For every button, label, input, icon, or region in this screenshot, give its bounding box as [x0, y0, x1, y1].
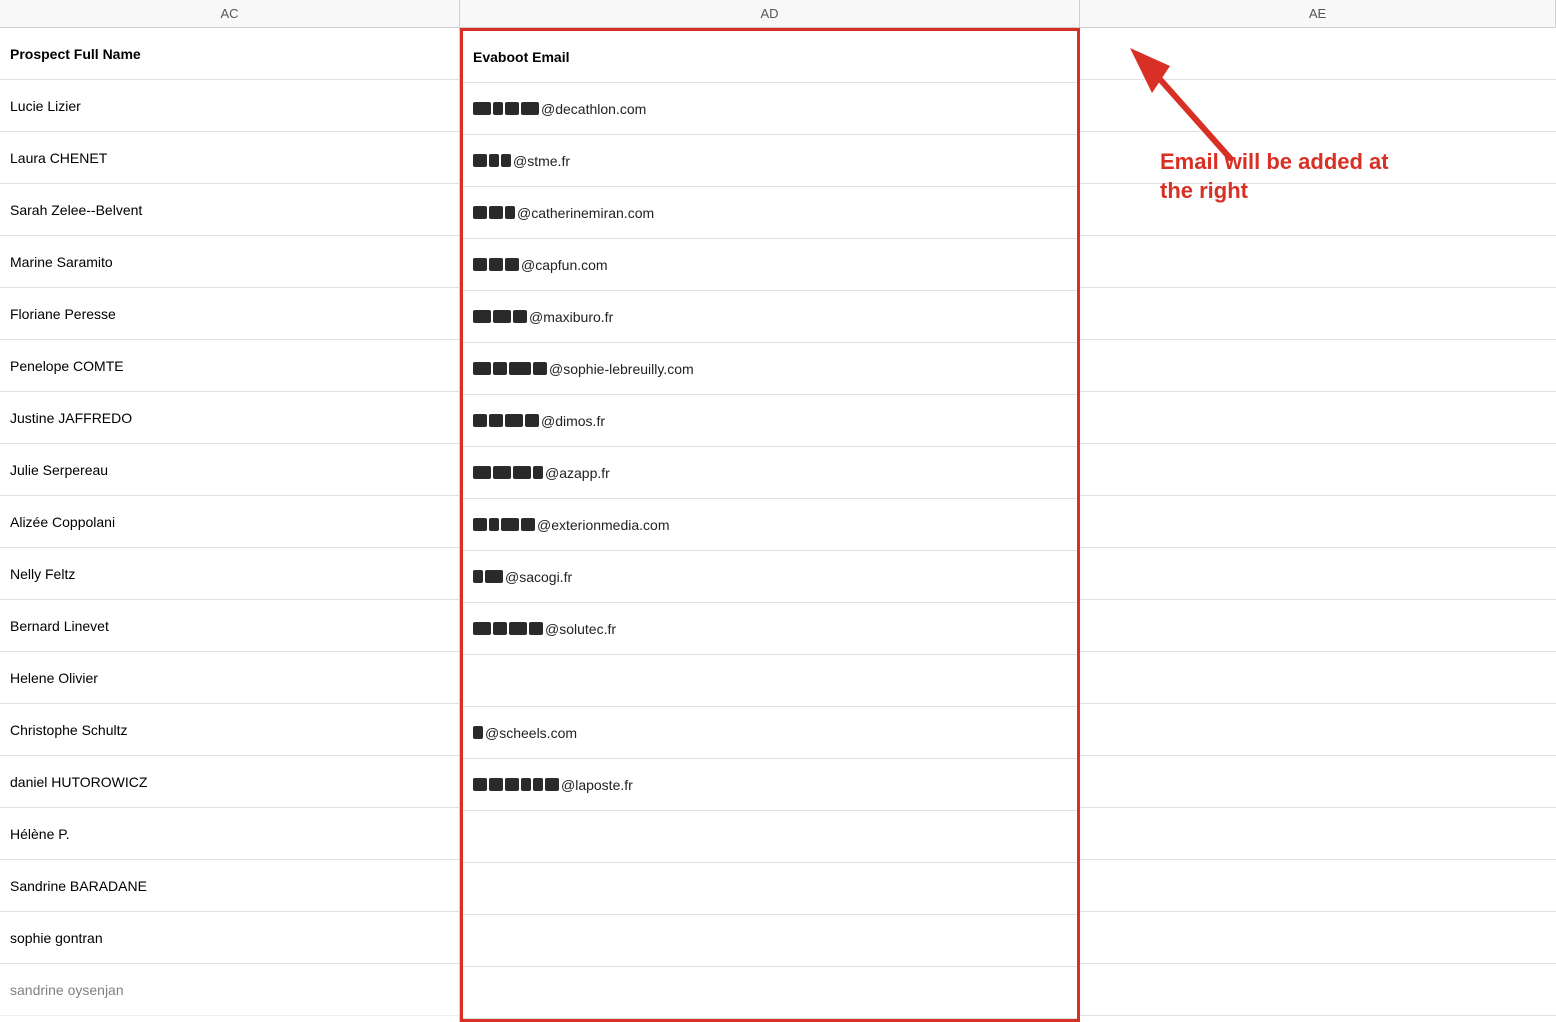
- table-row: @dimos.fr: [463, 395, 1077, 447]
- table-row: [463, 967, 1077, 1019]
- column-headers: AC AD AE: [0, 0, 1556, 28]
- table-row: @azapp.fr: [463, 447, 1077, 499]
- table-row: @catherinemiran.com: [463, 187, 1077, 239]
- table-row: @sophie-lebreuilly.com: [463, 343, 1077, 395]
- col-header-ad: AD: [460, 0, 1080, 27]
- table-row: [1080, 912, 1556, 964]
- table-row: @stme.fr: [463, 135, 1077, 187]
- ac-rows: Lucie LizierLaura CHENETSarah Zelee--Bel…: [0, 80, 459, 1016]
- col-ad-header: Evaboot Email: [463, 31, 1077, 83]
- table-row: Lucie Lizier: [0, 80, 459, 132]
- col-ae-body: Email will be added at the right: [1080, 28, 1556, 1022]
- ad-rows: @decathlon.com@stme.fr@catherinemiran.co…: [463, 83, 1077, 1019]
- table-row: Helene Olivier: [0, 652, 459, 704]
- table-row: Floriane Peresse: [0, 288, 459, 340]
- table-row: [463, 655, 1077, 707]
- table-row: Justine JAFFREDO: [0, 392, 459, 444]
- annotation-text: Email will be added at the right: [1160, 148, 1420, 205]
- table-row: [1080, 496, 1556, 548]
- table-row: @maxiburo.fr: [463, 291, 1077, 343]
- table-row: @scheels.com: [463, 707, 1077, 759]
- col-ac-body: Prospect Full Name Lucie LizierLaura CHE…: [0, 28, 460, 1022]
- table-row: [463, 863, 1077, 915]
- table-body: Prospect Full Name Lucie LizierLaura CHE…: [0, 28, 1556, 1022]
- table-row: Sandrine BARADANE: [0, 860, 459, 912]
- table-row: daniel HUTOROWICZ: [0, 756, 459, 808]
- table-row: @laposte.fr: [463, 759, 1077, 811]
- spreadsheet: AC AD AE Prospect Full Name Lucie Lizier…: [0, 0, 1556, 1002]
- table-row: @solutec.fr: [463, 603, 1077, 655]
- table-row: Marine Saramito: [0, 236, 459, 288]
- col-ac-header: Prospect Full Name: [0, 28, 459, 80]
- table-row: [1080, 704, 1556, 756]
- table-row: Bernard Linevet: [0, 600, 459, 652]
- table-row: Laura CHENET: [0, 132, 459, 184]
- col-header-ae: AE: [1080, 0, 1556, 27]
- table-row: [1080, 964, 1556, 1016]
- table-row: sophie gontran: [0, 912, 459, 964]
- table-row: Sarah Zelee--Belvent: [0, 184, 459, 236]
- table-row: @capfun.com: [463, 239, 1077, 291]
- table-row: Julie Serpereau: [0, 444, 459, 496]
- table-row: [1080, 756, 1556, 808]
- table-row: @decathlon.com: [463, 83, 1077, 135]
- col-ad-body: Evaboot Email @decathlon.com@stme.fr@cat…: [460, 28, 1080, 1022]
- table-row: [1080, 808, 1556, 860]
- table-row: [463, 811, 1077, 863]
- table-row: @sacogi.fr: [463, 551, 1077, 603]
- table-row: [1080, 652, 1556, 704]
- table-row: sandrine oysenjan: [0, 964, 459, 1016]
- table-row: Christophe Schultz: [0, 704, 459, 756]
- table-row: [1080, 548, 1556, 600]
- table-row: @exterionmedia.com: [463, 499, 1077, 551]
- table-row: [1080, 236, 1556, 288]
- table-row: Penelope COMTE: [0, 340, 459, 392]
- table-row: [1080, 860, 1556, 912]
- table-row: [1080, 340, 1556, 392]
- table-row: [1080, 288, 1556, 340]
- table-row: Hélène P.: [0, 808, 459, 860]
- table-row: [463, 915, 1077, 967]
- table-row: [1080, 392, 1556, 444]
- table-row: Alizée Coppolani: [0, 496, 459, 548]
- table-row: [1080, 600, 1556, 652]
- table-row: [1080, 444, 1556, 496]
- col-header-ac: AC: [0, 0, 460, 27]
- table-row: Nelly Feltz: [0, 548, 459, 600]
